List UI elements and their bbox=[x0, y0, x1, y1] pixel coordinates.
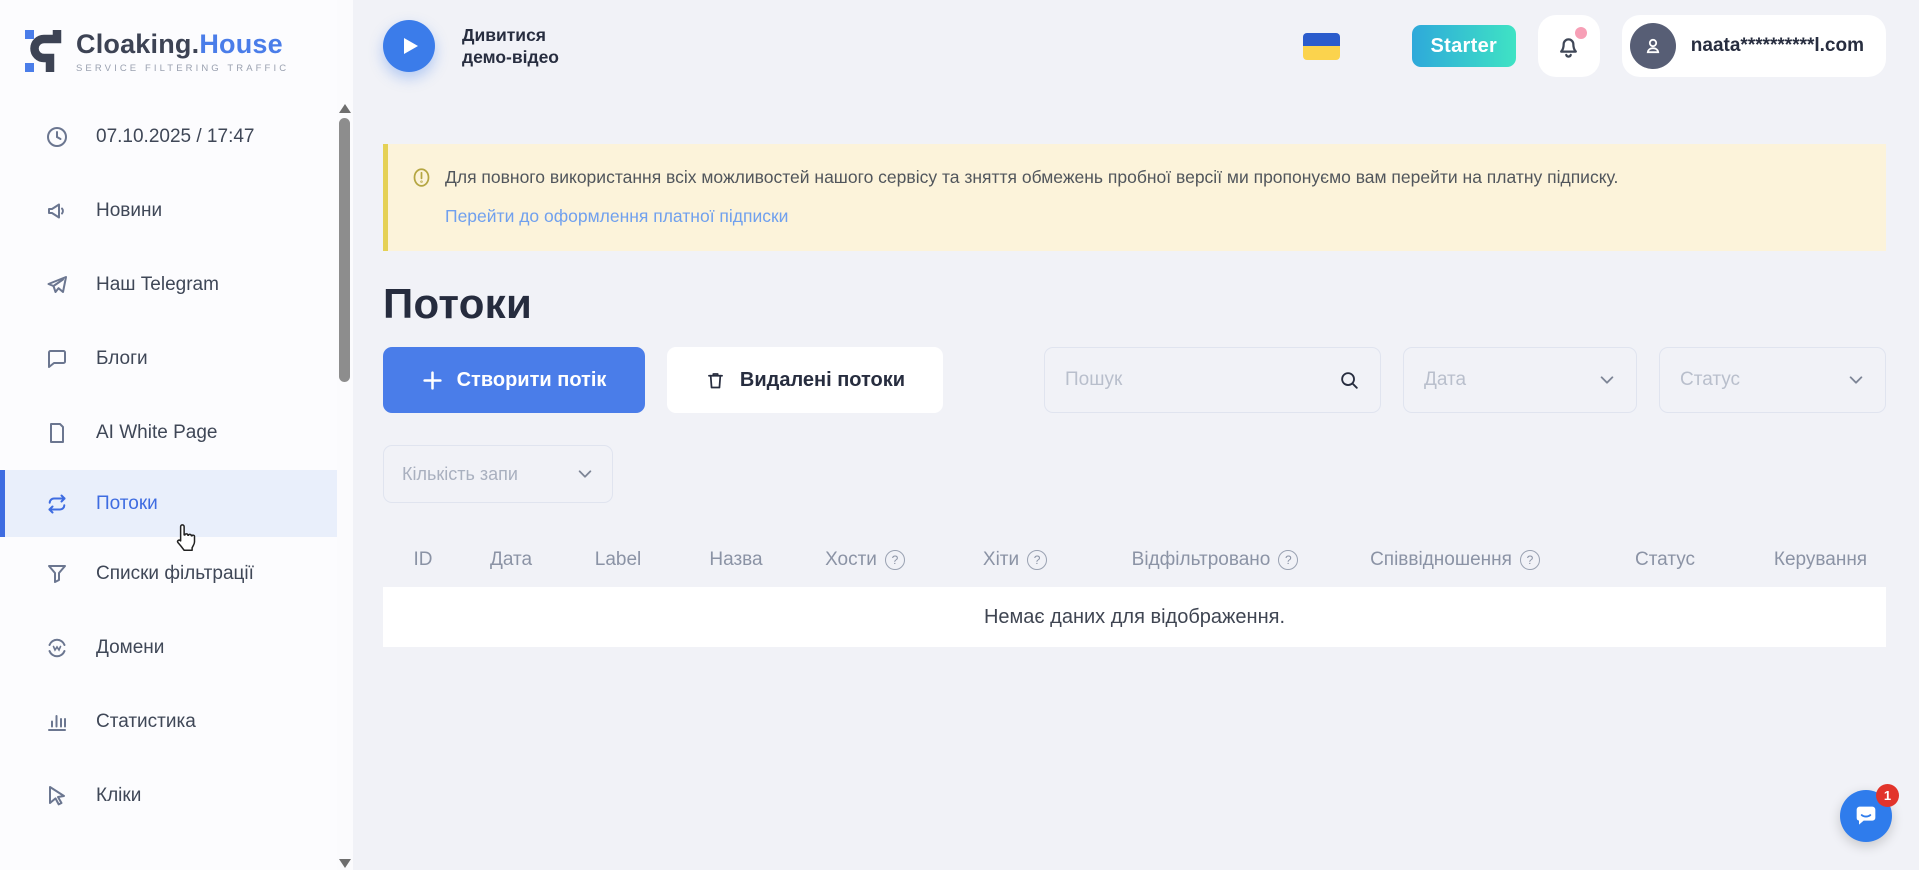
sidebar-item-flows[interactable]: Потоки bbox=[0, 470, 337, 537]
sidebar-item-datetime: 07.10.2025 / 17:47 bbox=[0, 100, 337, 174]
sidebar-item-label: Потоки bbox=[96, 493, 158, 515]
deleted-flows-button[interactable]: Видалені потоки bbox=[667, 347, 943, 413]
megaphone-icon bbox=[45, 199, 69, 223]
topbar: Дивитися демо-відео Starter naata*******… bbox=[383, 0, 1886, 92]
chat-widget-button[interactable]: 1 bbox=[1840, 790, 1892, 842]
scrollbar-up-arrow-icon[interactable] bbox=[339, 100, 351, 109]
page-title: Потоки bbox=[383, 280, 1886, 328]
sidebar-item-ai-white-page[interactable]: AI White Page bbox=[0, 396, 337, 470]
sidebar-item-label: Блоги bbox=[96, 348, 148, 370]
toolbar-row-2: Кількість запи bbox=[383, 445, 1886, 503]
user-account-button[interactable]: naata**********l.com bbox=[1622, 15, 1886, 77]
sidebar-nav: 07.10.2025 / 17:47 Новини Наш Telegram Б… bbox=[0, 100, 337, 833]
help-icon[interactable]: ? bbox=[885, 550, 905, 570]
chat-unread-badge: 1 bbox=[1876, 784, 1899, 807]
sidebar-item-domains[interactable]: Домени bbox=[0, 611, 337, 685]
chat-bubble-icon bbox=[45, 347, 69, 371]
status-filter-placeholder: Статус bbox=[1680, 369, 1740, 391]
help-icon[interactable]: ? bbox=[1520, 550, 1540, 570]
table-empty-state: Немає даних для відображення. bbox=[383, 587, 1886, 647]
sidebar-item-label: Кліки bbox=[96, 785, 141, 807]
brand-blue: House bbox=[199, 29, 283, 59]
sidebar-datetime-label: 07.10.2025 / 17:47 bbox=[96, 126, 254, 148]
sidebar-item-label: AI White Page bbox=[96, 422, 217, 444]
search-icon[interactable] bbox=[1338, 369, 1360, 391]
main-content: Дивитися демо-відео Starter naata*******… bbox=[353, 0, 1919, 870]
click-icon bbox=[45, 784, 69, 808]
rows-count-select[interactable]: Кількість запи bbox=[383, 445, 613, 503]
scrollbar-down-arrow-icon[interactable] bbox=[339, 855, 351, 864]
banner-text: Для повного використання всіх можливосте… bbox=[445, 165, 1618, 189]
column-header-actions: Керування bbox=[1755, 549, 1886, 571]
plus-icon bbox=[422, 370, 443, 391]
telegram-icon bbox=[45, 273, 69, 297]
sidebar-item-news[interactable]: Новини bbox=[0, 174, 337, 248]
notifications-button[interactable] bbox=[1538, 15, 1600, 77]
warning-circle-icon bbox=[411, 167, 432, 188]
logo-subtitle: SERVICE FILTERING TRAFFIC bbox=[76, 63, 289, 74]
logo-text: Cloaking.House SERVICE FILTERING TRAFFIC bbox=[76, 29, 289, 74]
chat-messenger-icon bbox=[1852, 802, 1880, 830]
language-flag-ukraine[interactable] bbox=[1303, 33, 1340, 60]
notification-dot bbox=[1575, 27, 1587, 39]
domain-icon bbox=[45, 636, 69, 660]
stats-icon bbox=[45, 710, 69, 734]
upgrade-subscription-link[interactable]: Перейти до оформлення платної підписки bbox=[445, 206, 788, 227]
brand-dark: Cloaking. bbox=[76, 29, 199, 59]
cloaking-house-logo-icon bbox=[25, 26, 63, 76]
column-header-hits: Хіти ? bbox=[935, 549, 1095, 571]
flows-icon bbox=[45, 492, 69, 516]
chevron-down-icon bbox=[1847, 371, 1865, 389]
sidebar-item-blogs[interactable]: Блоги bbox=[0, 322, 337, 396]
chevron-down-icon bbox=[576, 465, 594, 483]
toolbar: Створити потік Видалені потоки Дата Стат… bbox=[383, 347, 1886, 413]
column-header-hosts: Хости ? bbox=[795, 549, 935, 571]
column-header-status: Статус bbox=[1575, 549, 1755, 571]
column-header-label: Label bbox=[559, 549, 677, 571]
create-flow-button[interactable]: Створити потік bbox=[383, 347, 645, 413]
column-header-filtered: Відфільтровано ? bbox=[1095, 549, 1335, 571]
search-input[interactable] bbox=[1065, 369, 1338, 391]
sidebar-item-label: Домени bbox=[96, 637, 164, 659]
plan-badge-button[interactable]: Starter bbox=[1412, 25, 1516, 67]
date-filter-select[interactable]: Дата bbox=[1403, 347, 1637, 413]
sidebar-item-clicks[interactable]: Кліки bbox=[0, 759, 337, 833]
demo-video-label[interactable]: Дивитися демо-відео bbox=[462, 24, 559, 68]
search-field[interactable] bbox=[1044, 347, 1381, 413]
sidebar-scrollbar[interactable] bbox=[337, 0, 353, 870]
user-icon bbox=[1641, 34, 1665, 58]
column-header-name: Назва bbox=[677, 549, 795, 571]
sidebar-item-label: Списки фільтрації bbox=[96, 563, 254, 585]
avatar bbox=[1630, 23, 1676, 69]
logo[interactable]: Cloaking.House SERVICE FILTERING TRAFFIC bbox=[0, 0, 337, 86]
table-header: ID Дата Label Назва Хости ? Хіти ? Відфі… bbox=[383, 549, 1886, 571]
scrollbar-thumb[interactable] bbox=[339, 118, 350, 382]
sidebar-item-label: Статистика bbox=[96, 711, 196, 733]
sidebar: Cloaking.House SERVICE FILTERING TRAFFIC… bbox=[0, 0, 337, 870]
column-header-id: ID bbox=[383, 549, 463, 571]
trial-warning-banner: Для повного використання всіх можливосте… bbox=[383, 144, 1886, 251]
column-header-date: Дата bbox=[463, 549, 559, 571]
filter-icon bbox=[45, 562, 69, 586]
chevron-down-icon bbox=[1598, 371, 1616, 389]
sidebar-item-telegram[interactable]: Наш Telegram bbox=[0, 248, 337, 322]
trash-icon bbox=[705, 370, 726, 391]
help-icon[interactable]: ? bbox=[1278, 550, 1298, 570]
column-header-ratio: Співвідношення ? bbox=[1335, 549, 1575, 571]
date-filter-placeholder: Дата bbox=[1424, 369, 1466, 391]
sidebar-item-filter-lists[interactable]: Списки фільтрації bbox=[0, 537, 337, 611]
play-icon bbox=[401, 36, 421, 56]
status-filter-select[interactable]: Статус bbox=[1659, 347, 1886, 413]
demo-video-play-button[interactable] bbox=[383, 20, 435, 72]
sidebar-item-label: Новини bbox=[96, 200, 162, 222]
sidebar-item-statistics[interactable]: Статистика bbox=[0, 685, 337, 759]
help-icon[interactable]: ? bbox=[1027, 550, 1047, 570]
clock-icon bbox=[45, 125, 69, 149]
rows-count-placeholder: Кількість запи bbox=[402, 464, 518, 485]
sidebar-item-label: Наш Telegram bbox=[96, 274, 219, 296]
user-email: naata**********l.com bbox=[1691, 35, 1864, 57]
page-icon bbox=[45, 421, 69, 445]
